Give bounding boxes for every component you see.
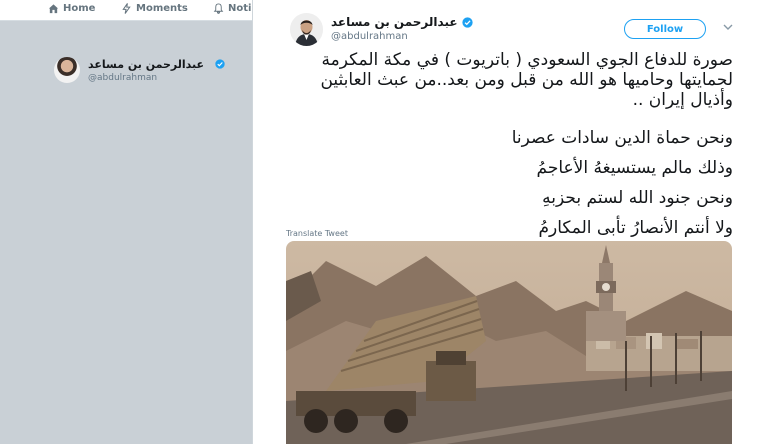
- author-row: عبدالرحمن بن مساعد: [331, 15, 473, 29]
- tweet-line: ونحن جنود الله لستم بحزبهِ: [542, 188, 733, 208]
- tweet-line: وذلك مالم يستسيغهُ الأعاجمُ: [536, 158, 733, 178]
- background-profile-name: عبدالرحمن بن مساعد: [88, 58, 204, 71]
- nav-moments-label: Moments: [136, 3, 188, 14]
- chevron-down-icon[interactable]: [723, 24, 733, 31]
- verified-icon: [461, 16, 473, 28]
- nav-moments[interactable]: Moments: [121, 3, 188, 14]
- nav-notifications-label: Noti: [228, 3, 252, 14]
- author-name[interactable]: عبدالرحمن بن مساعد: [331, 15, 458, 29]
- tweet-line: صورة للدفاع الجوي السعودي ( باتريوت ) في…: [320, 50, 733, 110]
- home-icon: [48, 4, 59, 14]
- tweet-line: ولا أنتم الأنصارُ تأبى المكارمُ: [538, 218, 733, 238]
- nav-home-label: Home: [63, 3, 96, 14]
- bell-icon: [213, 3, 224, 14]
- tweet-photo[interactable]: [286, 241, 732, 444]
- avatar[interactable]: [290, 13, 323, 46]
- lightning-icon: [122, 3, 131, 14]
- nav-notifications[interactable]: Noti: [213, 3, 251, 14]
- tweet-line: ونحن حماة الدين سادات عصرنا: [511, 128, 733, 148]
- follow-button[interactable]: Follow: [624, 19, 706, 39]
- author-handle[interactable]: @abdulrahman: [331, 31, 408, 42]
- background-profile-card: عبدالرحمن بن مساعد @abdulrahman: [40, 51, 250, 91]
- translate-tweet-link[interactable]: Translate Tweet: [286, 229, 348, 238]
- background-avatar: [54, 57, 80, 83]
- background-profile-handle: @abdulrahman: [88, 73, 158, 83]
- tweet-modal: عبدالرحمن بن مساعد @abdulrahman Follow ص…: [252, 0, 768, 444]
- tweet-text: صورة للدفاع الجوي السعودي ( باتريوت ) في…: [283, 50, 733, 248]
- nav-home[interactable]: Home: [48, 3, 95, 14]
- verified-icon: [215, 59, 225, 69]
